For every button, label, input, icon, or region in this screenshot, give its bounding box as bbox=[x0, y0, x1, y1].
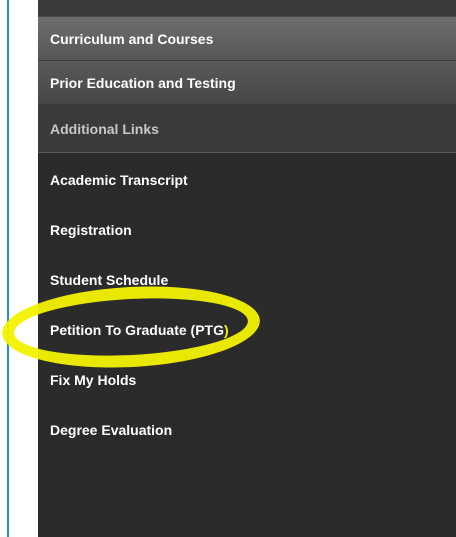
link-label: Academic Transcript bbox=[50, 172, 188, 188]
link-label: Registration bbox=[50, 222, 132, 238]
panel-top-strip bbox=[38, 0, 456, 17]
link-label: Student Schedule bbox=[50, 272, 169, 288]
link-fix-my-holds[interactable]: Fix My Holds bbox=[38, 355, 456, 405]
link-degree-evaluation[interactable]: Degree Evaluation bbox=[38, 405, 456, 455]
link-academic-transcript[interactable]: Academic Transcript bbox=[38, 155, 456, 205]
link-label: Degree Evaluation bbox=[50, 422, 173, 438]
section-label: Additional Links bbox=[50, 120, 159, 137]
link-registration[interactable]: Registration bbox=[38, 205, 456, 255]
section-label: Prior Education and Testing bbox=[50, 74, 236, 91]
section-curriculum-and-courses[interactable]: Curriculum and Courses bbox=[38, 17, 456, 61]
link-petition-to-graduate[interactable]: Petition To Graduate (PTG) bbox=[38, 305, 456, 355]
additional-links-list: Academic Transcript Registration Student… bbox=[38, 153, 456, 455]
link-label: Petition To Graduate (PTG bbox=[50, 322, 224, 338]
side-navigation-panel: Curriculum and Courses Prior Education a… bbox=[38, 0, 456, 537]
section-label: Curriculum and Courses bbox=[50, 30, 214, 47]
link-student-schedule[interactable]: Student Schedule bbox=[38, 255, 456, 305]
link-label: Fix My Holds bbox=[50, 372, 137, 388]
section-prior-education-and-testing[interactable]: Prior Education and Testing bbox=[38, 61, 456, 105]
link-label-close-paren: ) bbox=[223, 322, 229, 338]
window-left-border bbox=[7, 0, 9, 537]
section-additional-links[interactable]: Additional Links bbox=[38, 105, 456, 153]
